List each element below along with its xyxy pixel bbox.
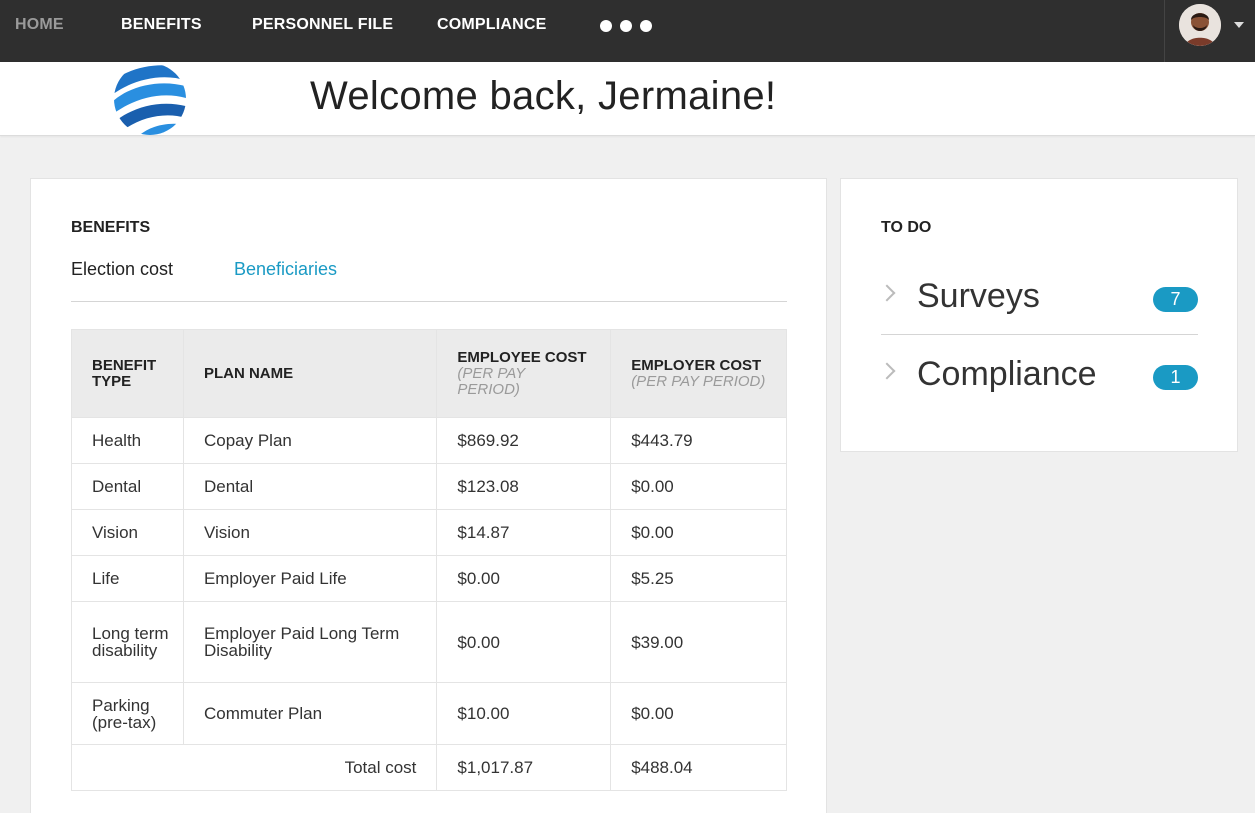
cell-employer-cost: $0.00	[610, 463, 787, 510]
top-nav: HOME BENEFITS PERSONNEL FILE COMPLIANCE	[0, 0, 1255, 62]
tab-election-cost[interactable]: Election cost	[71, 259, 173, 280]
cell-employee-cost: $0.00	[436, 555, 612, 602]
table-row: Parking (pre-tax) Commuter Plan $10.00 $…	[71, 682, 787, 745]
cell-plan-name: Vision	[182, 509, 438, 556]
cell-benefit-type: Vision	[71, 509, 184, 556]
table-row: Life Employer Paid Life $0.00 $5.25	[71, 555, 787, 602]
user-avatar[interactable]	[1179, 4, 1221, 46]
col-employee-cost-sub: (PER PAY PERIOD)	[457, 364, 525, 398]
todo-item-label: Surveys	[917, 277, 1040, 315]
caret-down-icon[interactable]	[1234, 22, 1244, 28]
col-employer-cost: EMPLOYER COST (PER PAY PERIOD)	[610, 329, 787, 418]
cell-benefit-type: Dental	[71, 463, 184, 510]
tab-beneficiaries[interactable]: Beneficiaries	[234, 259, 337, 280]
col-employee-cost: EMPLOYEE COST (PER PAY PERIOD)	[436, 329, 612, 418]
total-employer-cost: $488.04	[610, 744, 787, 791]
total-label: Total cost	[70, 744, 438, 791]
total-employee-cost: $1,017.87	[436, 744, 612, 791]
table-total-row: Total cost $1,017.87 $488.04	[70, 744, 787, 791]
page-title: Welcome back, Jermaine!	[310, 74, 777, 118]
cell-employee-cost: $123.08	[436, 463, 612, 510]
cell-plan-name: Employer Paid Long Term Disability	[182, 601, 438, 683]
col-benefit-type: BENEFIT TYPE	[71, 329, 184, 418]
benefits-title: BENEFITS	[71, 219, 151, 236]
table-header-row: BENEFIT TYPE PLAN NAME EMPLOYEE COST (PE…	[71, 329, 787, 418]
nav-personnel-file[interactable]: PERSONNEL FILE	[252, 0, 393, 50]
col-employee-cost-label: EMPLOYEE COST	[457, 348, 587, 366]
cell-plan-name: Copay Plan	[182, 417, 438, 464]
nav-benefits[interactable]: BENEFITS	[121, 0, 202, 50]
cell-benefit-type: Life	[71, 555, 184, 602]
todo-panel: TO DO Surveys 7 Compliance 1	[840, 178, 1238, 452]
globe-logo[interactable]	[112, 62, 188, 136]
cell-employee-cost: $869.92	[436, 417, 612, 464]
todo-item-surveys[interactable]: Surveys 7	[878, 257, 1198, 335]
table-row: Dental Dental $123.08 $0.00	[71, 463, 787, 510]
cell-employee-cost: $14.87	[436, 509, 612, 556]
divider	[71, 301, 787, 302]
cell-benefit-type: Health	[71, 417, 184, 464]
todo-item-compliance[interactable]: Compliance 1	[878, 335, 1198, 413]
nav-compliance[interactable]: COMPLIANCE	[437, 0, 547, 50]
page-header: Welcome back, Jermaine!	[0, 62, 1255, 136]
cell-employer-cost: $0.00	[610, 509, 787, 556]
todo-item-label: Compliance	[917, 355, 1097, 393]
col-employer-cost-sub: (PER PAY PERIOD)	[631, 372, 766, 390]
cell-employer-cost: $0.00	[610, 682, 787, 745]
table-row: Long term disability Employer Paid Long …	[71, 601, 787, 683]
benefits-table: BENEFIT TYPE PLAN NAME EMPLOYEE COST (PE…	[70, 329, 787, 791]
count-badge: 1	[1153, 365, 1198, 390]
table-row: Vision Vision $14.87 $0.00	[71, 509, 787, 556]
cell-benefit-type: Long term disability	[71, 601, 184, 683]
cell-employee-cost: $0.00	[436, 601, 612, 683]
nav-divider	[1164, 0, 1165, 62]
col-employer-cost-label: EMPLOYER COST	[631, 356, 762, 374]
chevron-right-icon	[878, 284, 896, 302]
count-badge: 7	[1153, 287, 1198, 312]
chevron-right-icon	[878, 362, 896, 380]
col-plan-name: PLAN NAME	[182, 329, 438, 418]
benefits-panel: BENEFITS Election cost Beneficiaries BEN…	[30, 178, 827, 813]
cell-employee-cost: $10.00	[436, 682, 612, 745]
cell-plan-name: Employer Paid Life	[182, 555, 438, 602]
nav-home[interactable]: HOME	[15, 0, 64, 50]
cell-plan-name: Commuter Plan	[182, 682, 438, 745]
table-row: Health Copay Plan $869.92 $443.79	[71, 417, 787, 464]
cell-employer-cost: $39.00	[610, 601, 787, 683]
todo-title: TO DO	[881, 219, 932, 236]
cell-plan-name: Dental	[182, 463, 438, 510]
more-dots-icon[interactable]	[598, 19, 658, 33]
cell-benefit-type: Parking (pre-tax)	[71, 682, 184, 745]
cell-employer-cost: $5.25	[610, 555, 787, 602]
cell-employer-cost: $443.79	[610, 417, 787, 464]
